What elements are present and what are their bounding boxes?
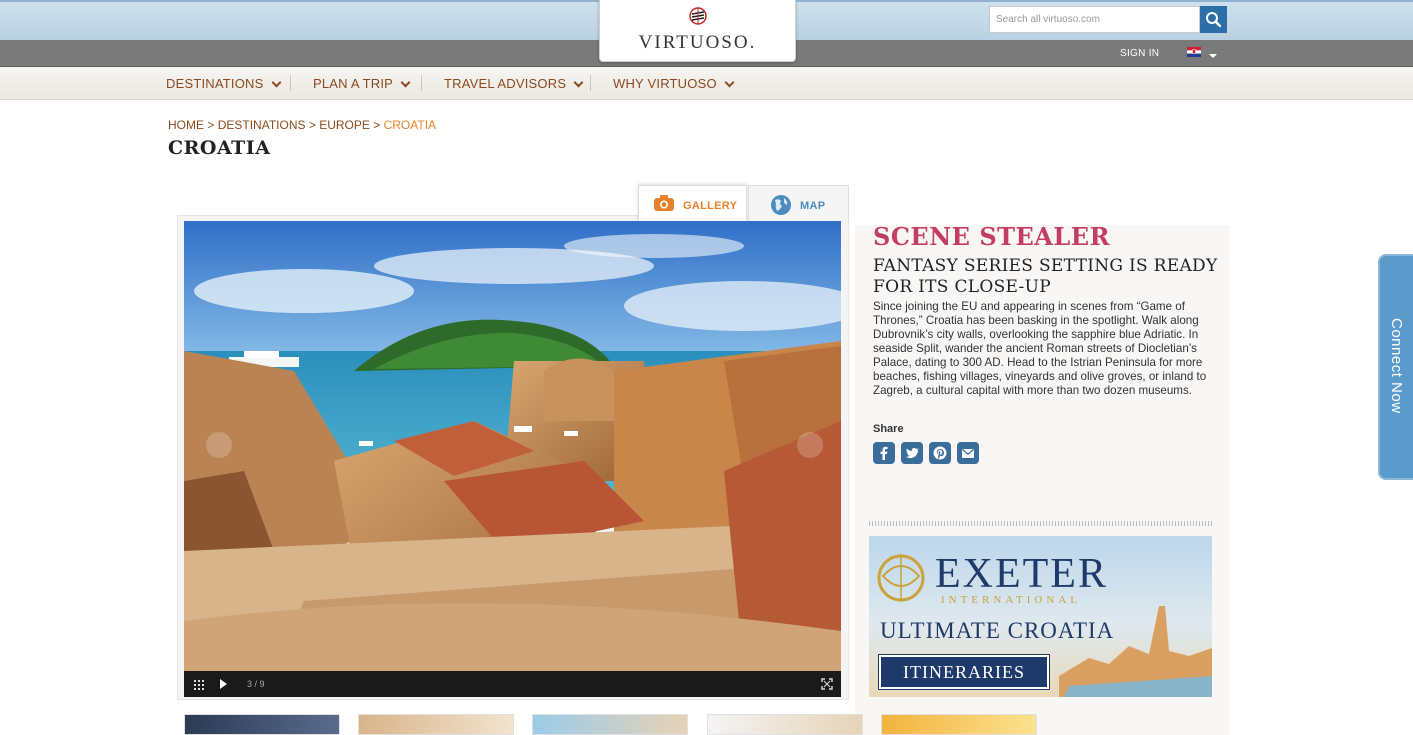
divider: [869, 521, 1212, 526]
search-icon: [1206, 12, 1222, 28]
nav-label: PLAN A TRIP: [313, 76, 393, 91]
tab-map[interactable]: MAP: [748, 185, 849, 222]
gallery-thumbnail[interactable]: [532, 714, 688, 735]
nav-plan-a-trip[interactable]: PLAN A TRIP: [313, 76, 411, 91]
ad-headline: ULTIMATE CROATIA: [880, 618, 1115, 643]
breadcrumb-separator: >: [207, 118, 215, 132]
search-button[interactable]: [1200, 6, 1227, 33]
grid-icon[interactable]: [194, 680, 204, 690]
search-input[interactable]: [989, 6, 1200, 33]
gallery-next-button[interactable]: [797, 432, 823, 458]
gallery-counter: 3 / 9: [247, 679, 265, 689]
gallery-controls: 3 / 9: [184, 671, 841, 697]
pinterest-icon[interactable]: [929, 442, 951, 464]
nav-label: WHY VIRTUOSO: [613, 76, 717, 91]
dubrovnik-photo: [184, 221, 841, 671]
nav-label: DESTINATIONS: [166, 76, 264, 91]
virtuoso-logo[interactable]: VIRTUOSO.: [599, 0, 796, 62]
exeter-ad-banner[interactable]: EXETER INTERNATIONAL ULTIMATE CROATIA IT…: [869, 536, 1212, 697]
breadcrumb-destinations[interactable]: DESTINATIONS: [218, 118, 306, 132]
article-headline: FANTASY SERIES SETTING IS READY FOR ITS …: [873, 256, 1218, 297]
share-label: Share: [873, 423, 904, 435]
connect-now-label: Connect Now: [1388, 318, 1405, 414]
sign-in-link[interactable]: SIGN IN: [1120, 48, 1159, 59]
logo-mark-icon: [689, 7, 707, 25]
nav-travel-advisors[interactable]: TRAVEL ADVISORS: [444, 76, 584, 91]
nav-destinations[interactable]: DESTINATIONS: [166, 76, 281, 91]
twitter-icon[interactable]: [901, 442, 923, 464]
article-kicker: SCENE STEALER: [873, 222, 1111, 251]
chevron-down-icon: [724, 77, 735, 88]
breadcrumb-current: CROATIA: [383, 118, 437, 132]
page-title: CROATIA: [168, 137, 271, 159]
nav-label: TRAVEL ADVISORS: [444, 76, 567, 91]
gallery-thumbnail[interactable]: [184, 714, 340, 735]
play-icon[interactable]: [220, 679, 227, 689]
ad-brand: EXETER: [935, 551, 1108, 597]
breadcrumb-separator: >: [373, 118, 381, 132]
tab-map-label: MAP: [800, 200, 826, 212]
logo-text: VIRTUOSO.: [638, 32, 757, 53]
breadcrumb: HOME > DESTINATIONS > EUROPE > CROATIA: [168, 118, 436, 132]
email-icon[interactable]: [957, 442, 979, 464]
chevron-down-icon: [573, 77, 584, 88]
nav-divider: [421, 75, 422, 91]
croatia-flag-icon[interactable]: [1187, 47, 1201, 57]
nav-divider: [290, 75, 291, 91]
nav-divider: [590, 75, 591, 91]
gallery-thumbnail[interactable]: [881, 714, 1037, 735]
tab-gallery-label: GALLERY: [683, 200, 738, 212]
language-caret-icon[interactable]: [1209, 54, 1217, 58]
breadcrumb-home[interactable]: HOME: [168, 118, 204, 132]
fullscreen-icon[interactable]: [821, 678, 833, 690]
breadcrumb-europe[interactable]: EUROPE: [319, 118, 370, 132]
gallery-thumbnail[interactable]: [358, 714, 514, 735]
connect-now-tab[interactable]: Connect Now: [1378, 254, 1413, 480]
article-body: Since joining the EU and appearing in sc…: [873, 300, 1207, 397]
gallery-thumbnail[interactable]: [707, 714, 863, 735]
chevron-down-icon: [271, 77, 281, 88]
search-box: [989, 6, 1227, 33]
nav-why-virtuoso[interactable]: WHY VIRTUOSO: [613, 76, 735, 91]
facebook-icon[interactable]: [873, 442, 895, 464]
gallery-prev-button[interactable]: [206, 432, 232, 458]
ad-itineraries-button[interactable]: ITINERARIES: [878, 654, 1050, 690]
ad-brand-sub: INTERNATIONAL: [941, 594, 1081, 606]
globe-icon: [771, 195, 791, 215]
breadcrumb-separator: >: [308, 118, 316, 132]
tab-gallery[interactable]: GALLERY: [638, 185, 747, 222]
chevron-down-icon: [400, 77, 411, 88]
camera-icon: [654, 195, 674, 211]
gallery-photo[interactable]: [184, 221, 841, 671]
